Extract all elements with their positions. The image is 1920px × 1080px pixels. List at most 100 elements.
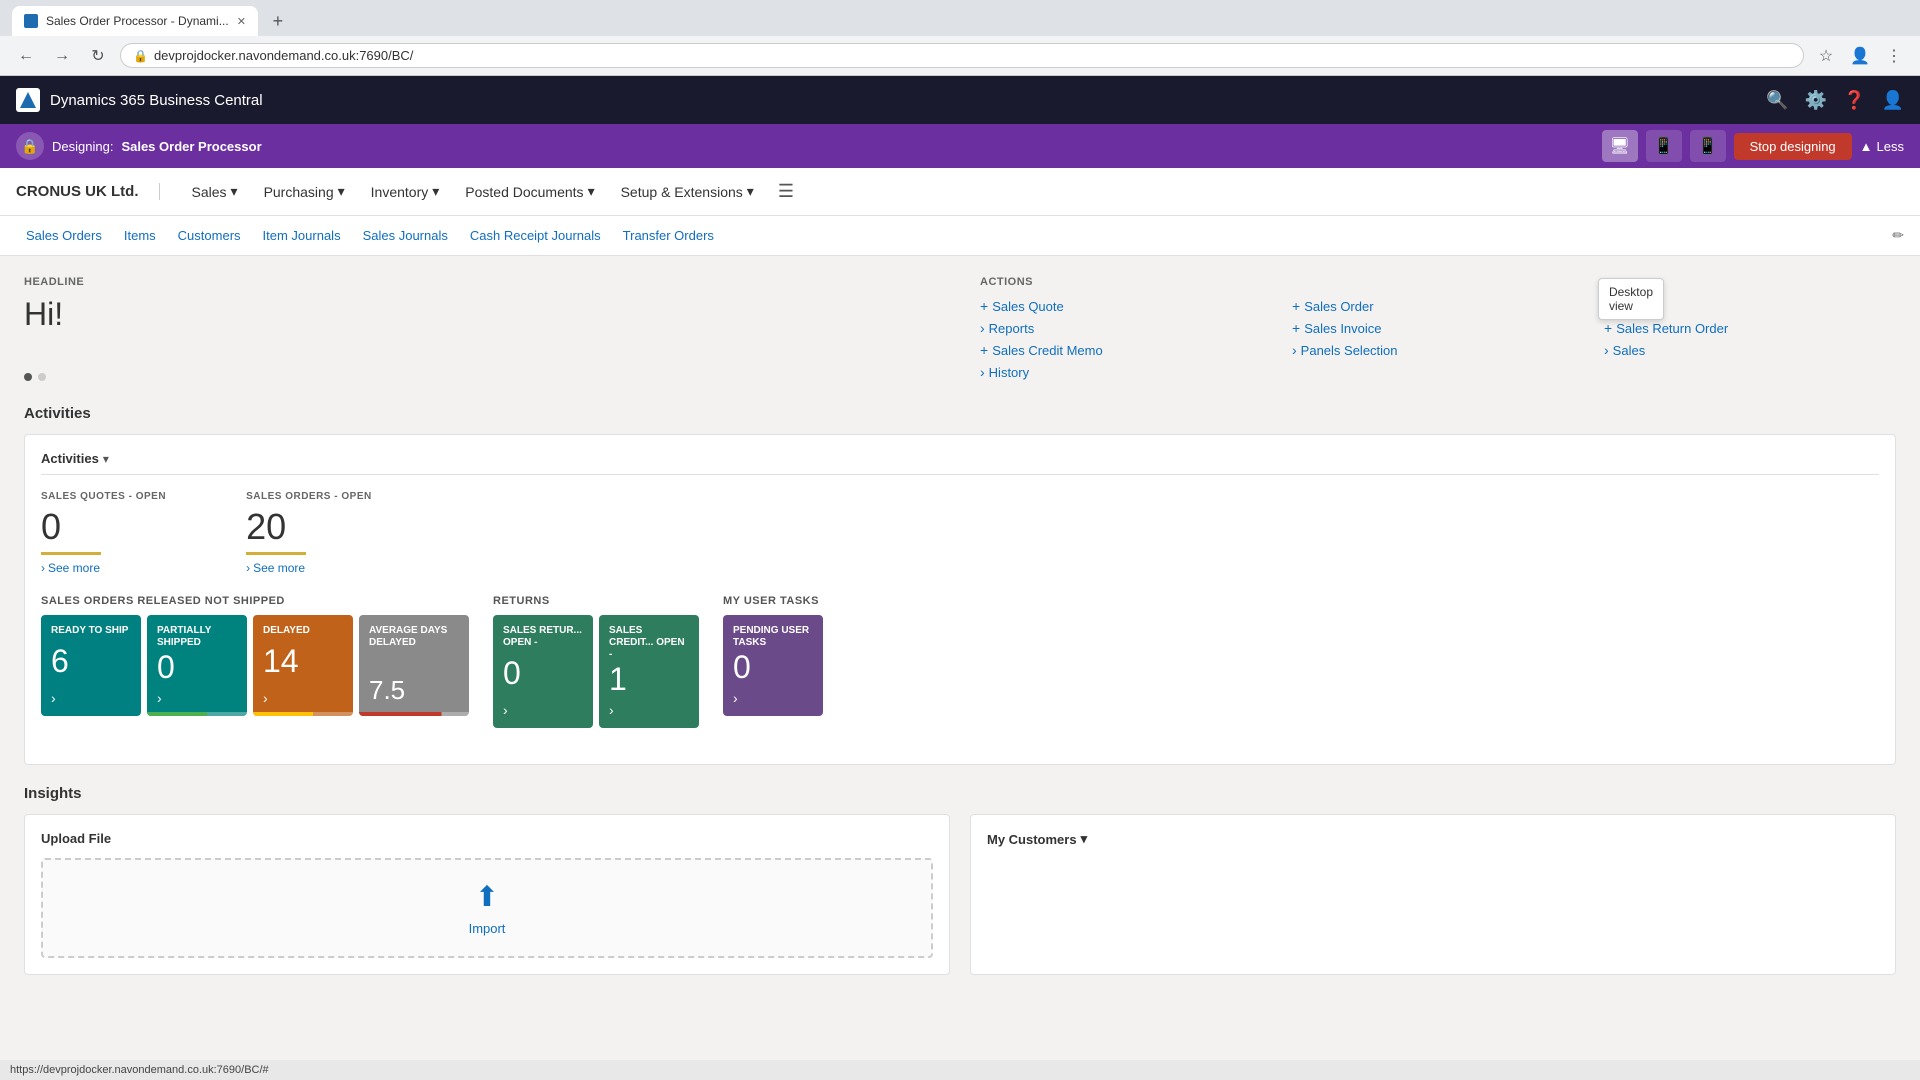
tile-pending-tasks[interactable]: PENDING USER TASKS 0 › xyxy=(723,615,823,716)
tile-sr-arrow: › xyxy=(503,702,583,718)
nav-purchasing-chevron: ▾ xyxy=(338,183,345,200)
stat-quotes-value[interactable]: 0 xyxy=(41,506,101,555)
tile-pt-value: 0 xyxy=(733,649,813,686)
headline-label: HEADLINE xyxy=(24,276,940,288)
tile-delayed[interactable]: DELAYED 14 › xyxy=(253,615,353,716)
nav-item-purchasing[interactable]: Purchasing ▾ xyxy=(252,168,357,216)
sub-nav-items[interactable]: Items xyxy=(114,216,166,256)
nav-posted-label: Posted Documents xyxy=(465,184,583,200)
forward-btn[interactable]: → xyxy=(48,42,76,70)
nav-item-setup[interactable]: Setup & Extensions ▾ xyxy=(609,168,766,216)
sub-nav-item-journals[interactable]: Item Journals xyxy=(253,216,351,256)
action-reports[interactable]: › Reports xyxy=(980,320,1272,336)
nav-item-inventory[interactable]: Inventory ▾ xyxy=(359,168,452,216)
dot-2[interactable] xyxy=(38,373,46,381)
dot-1[interactable] xyxy=(24,373,32,381)
action-sales-credit-memo[interactable]: + Sales Credit Memo xyxy=(980,342,1272,358)
company-name[interactable]: CRONUS UK Ltd. xyxy=(16,183,160,200)
my-customers-title[interactable]: My Customers ▾ xyxy=(987,831,1879,847)
action-sales[interactable]: › Sales xyxy=(1604,342,1896,358)
tile-pt-label: PENDING USER TASKS xyxy=(733,625,813,649)
mobile-view-btn[interactable]: 📱 xyxy=(1690,130,1726,162)
action-panels-selection[interactable]: › Panels Selection xyxy=(1292,342,1584,358)
action-credit-label: Sales Credit Memo xyxy=(992,343,1103,358)
main-content: HEADLINE Hi! ACTIONS + Sales Quote + Sal… xyxy=(0,256,1920,1080)
nav-inventory-label: Inventory xyxy=(371,184,429,200)
action-sales-invoice[interactable]: + Sales Invoice xyxy=(1292,320,1584,336)
tiles-group-tasks-label: MY USER TASKS xyxy=(723,595,823,607)
browser-tab[interactable]: Sales Order Processor - Dynami... ✕ xyxy=(12,6,258,36)
action-sales-quote[interactable]: + Sales Quote xyxy=(980,298,1272,314)
tile-sc-value: 1 xyxy=(609,661,689,698)
action-sales-return-order[interactable]: + Sales Return Order xyxy=(1604,320,1896,336)
nav-items: Sales ▾ Purchasing ▾ Inventory ▾ Posted … xyxy=(180,168,766,216)
tiles-group-returns-label: RETURNS xyxy=(493,595,699,607)
edit-page-btn[interactable]: ✏ xyxy=(1892,227,1904,244)
tab-favicon xyxy=(24,14,38,28)
search-icon[interactable]: 🔍 xyxy=(1766,90,1788,111)
designing-bar: 🔒 Designing: Sales Order Processor 🖥 📱 📱… xyxy=(0,124,1920,168)
tile-ps-arrow: › xyxy=(157,690,237,706)
tablet-view-btn[interactable]: 📱 xyxy=(1646,130,1682,162)
sub-nav-sales-orders[interactable]: Sales Orders xyxy=(16,216,112,256)
tab-close-btn[interactable]: ✕ xyxy=(237,15,246,28)
stop-designing-btn[interactable]: Stop designing xyxy=(1734,133,1852,160)
tile-avg-days[interactable]: AVERAGE DAYS DELAYED 7.5 xyxy=(359,615,469,716)
insights-section: Insights Upload File ⬆ Import My Custome… xyxy=(24,785,1896,975)
sub-nav-customers[interactable]: Customers xyxy=(168,216,251,256)
see-more-label-2: See more xyxy=(253,561,305,575)
less-btn[interactable]: ▲ Less xyxy=(1860,139,1904,154)
activities-group-title[interactable]: Activities xyxy=(41,451,99,466)
bookmark-btn[interactable]: ☆ xyxy=(1812,42,1840,70)
nav-purchasing-label: Purchasing xyxy=(264,184,334,200)
nav-inventory-chevron: ▾ xyxy=(432,183,439,200)
upload-btn[interactable]: Import xyxy=(469,921,506,936)
tile-sales-return[interactable]: SALES RETUR... OPEN - 0 › xyxy=(493,615,593,728)
stat-quotes-see-more[interactable]: › See more xyxy=(41,561,166,575)
nav-item-sales[interactable]: Sales ▾ xyxy=(180,168,250,216)
stat-quotes-label: SALES QUOTES - OPEN xyxy=(41,491,166,502)
tile-sales-credit[interactable]: SALES CREDIT... OPEN - 1 › xyxy=(599,615,699,728)
tiles-group-returns: RETURNS SALES RETUR... OPEN - 0 › SALES … xyxy=(493,595,699,728)
tile-delayed-arrow: › xyxy=(263,690,343,706)
see-more-chevron-2: › xyxy=(246,561,250,575)
action-invoice-label: Sales Invoice xyxy=(1304,321,1381,336)
headline-text: Hi! xyxy=(24,296,940,333)
sub-nav-transfer-orders[interactable]: Transfer Orders xyxy=(613,216,724,256)
extensions-btn[interactable]: ⋮ xyxy=(1880,42,1908,70)
tile-ps-value: 0 xyxy=(157,649,237,686)
upload-area[interactable]: ⬆ Import xyxy=(41,858,933,958)
nav-hamburger-btn[interactable]: ☰ xyxy=(778,181,794,202)
action-history[interactable]: › History xyxy=(980,364,1272,380)
nav-bar: CRONUS UK Ltd. Sales ▾ Purchasing ▾ Inve… xyxy=(0,168,1920,216)
address-text: devprojdocker.navondemand.co.uk:7690/BC/ xyxy=(154,48,413,63)
tile-ps-label: PARTIALLY SHIPPED xyxy=(157,625,237,649)
tab-title: Sales Order Processor - Dynami... xyxy=(46,14,229,28)
nav-item-posted-documents[interactable]: Posted Documents ▾ xyxy=(453,168,606,216)
address-bar[interactable]: 🔒 devprojdocker.navondemand.co.uk:7690/B… xyxy=(120,43,1804,68)
tile-ps-bar xyxy=(147,712,247,716)
tile-sc-arrow: › xyxy=(609,702,689,718)
stat-orders-see-more[interactable]: › See more xyxy=(246,561,372,575)
tile-partially-shipped[interactable]: PARTIALLY SHIPPED 0 › xyxy=(147,615,247,716)
activities-chevron[interactable]: ▾ xyxy=(103,452,109,466)
help-icon[interactable]: ❓ xyxy=(1843,90,1865,111)
action-history-prefix: › xyxy=(980,364,985,380)
see-more-chevron: › xyxy=(41,561,45,575)
user-icon[interactable]: 👤 xyxy=(1882,90,1904,111)
reload-btn[interactable]: ↻ xyxy=(84,42,112,70)
profile-btn[interactable]: 👤 xyxy=(1846,42,1874,70)
settings-icon[interactable]: ⚙️ xyxy=(1805,90,1827,111)
new-tab-btn[interactable]: + xyxy=(262,7,294,35)
tile-avg-value: 7.5 xyxy=(369,675,459,706)
sub-nav-sales-journals[interactable]: Sales Journals xyxy=(353,216,458,256)
lock-design-icon: 🔒 xyxy=(16,132,44,160)
action-invoice-prefix: + xyxy=(1292,320,1300,336)
stat-orders-value[interactable]: 20 xyxy=(246,506,306,555)
sub-nav-cash-receipt[interactable]: Cash Receipt Journals xyxy=(460,216,611,256)
action-sales-order[interactable]: + Sales Order xyxy=(1292,298,1584,314)
tile-ready-to-ship[interactable]: READY TO SHIP 6 › xyxy=(41,615,141,716)
back-btn[interactable]: ← xyxy=(12,42,40,70)
desktop-view-btn[interactable]: 🖥 xyxy=(1602,130,1638,162)
tile-pt-arrow: › xyxy=(733,690,813,706)
